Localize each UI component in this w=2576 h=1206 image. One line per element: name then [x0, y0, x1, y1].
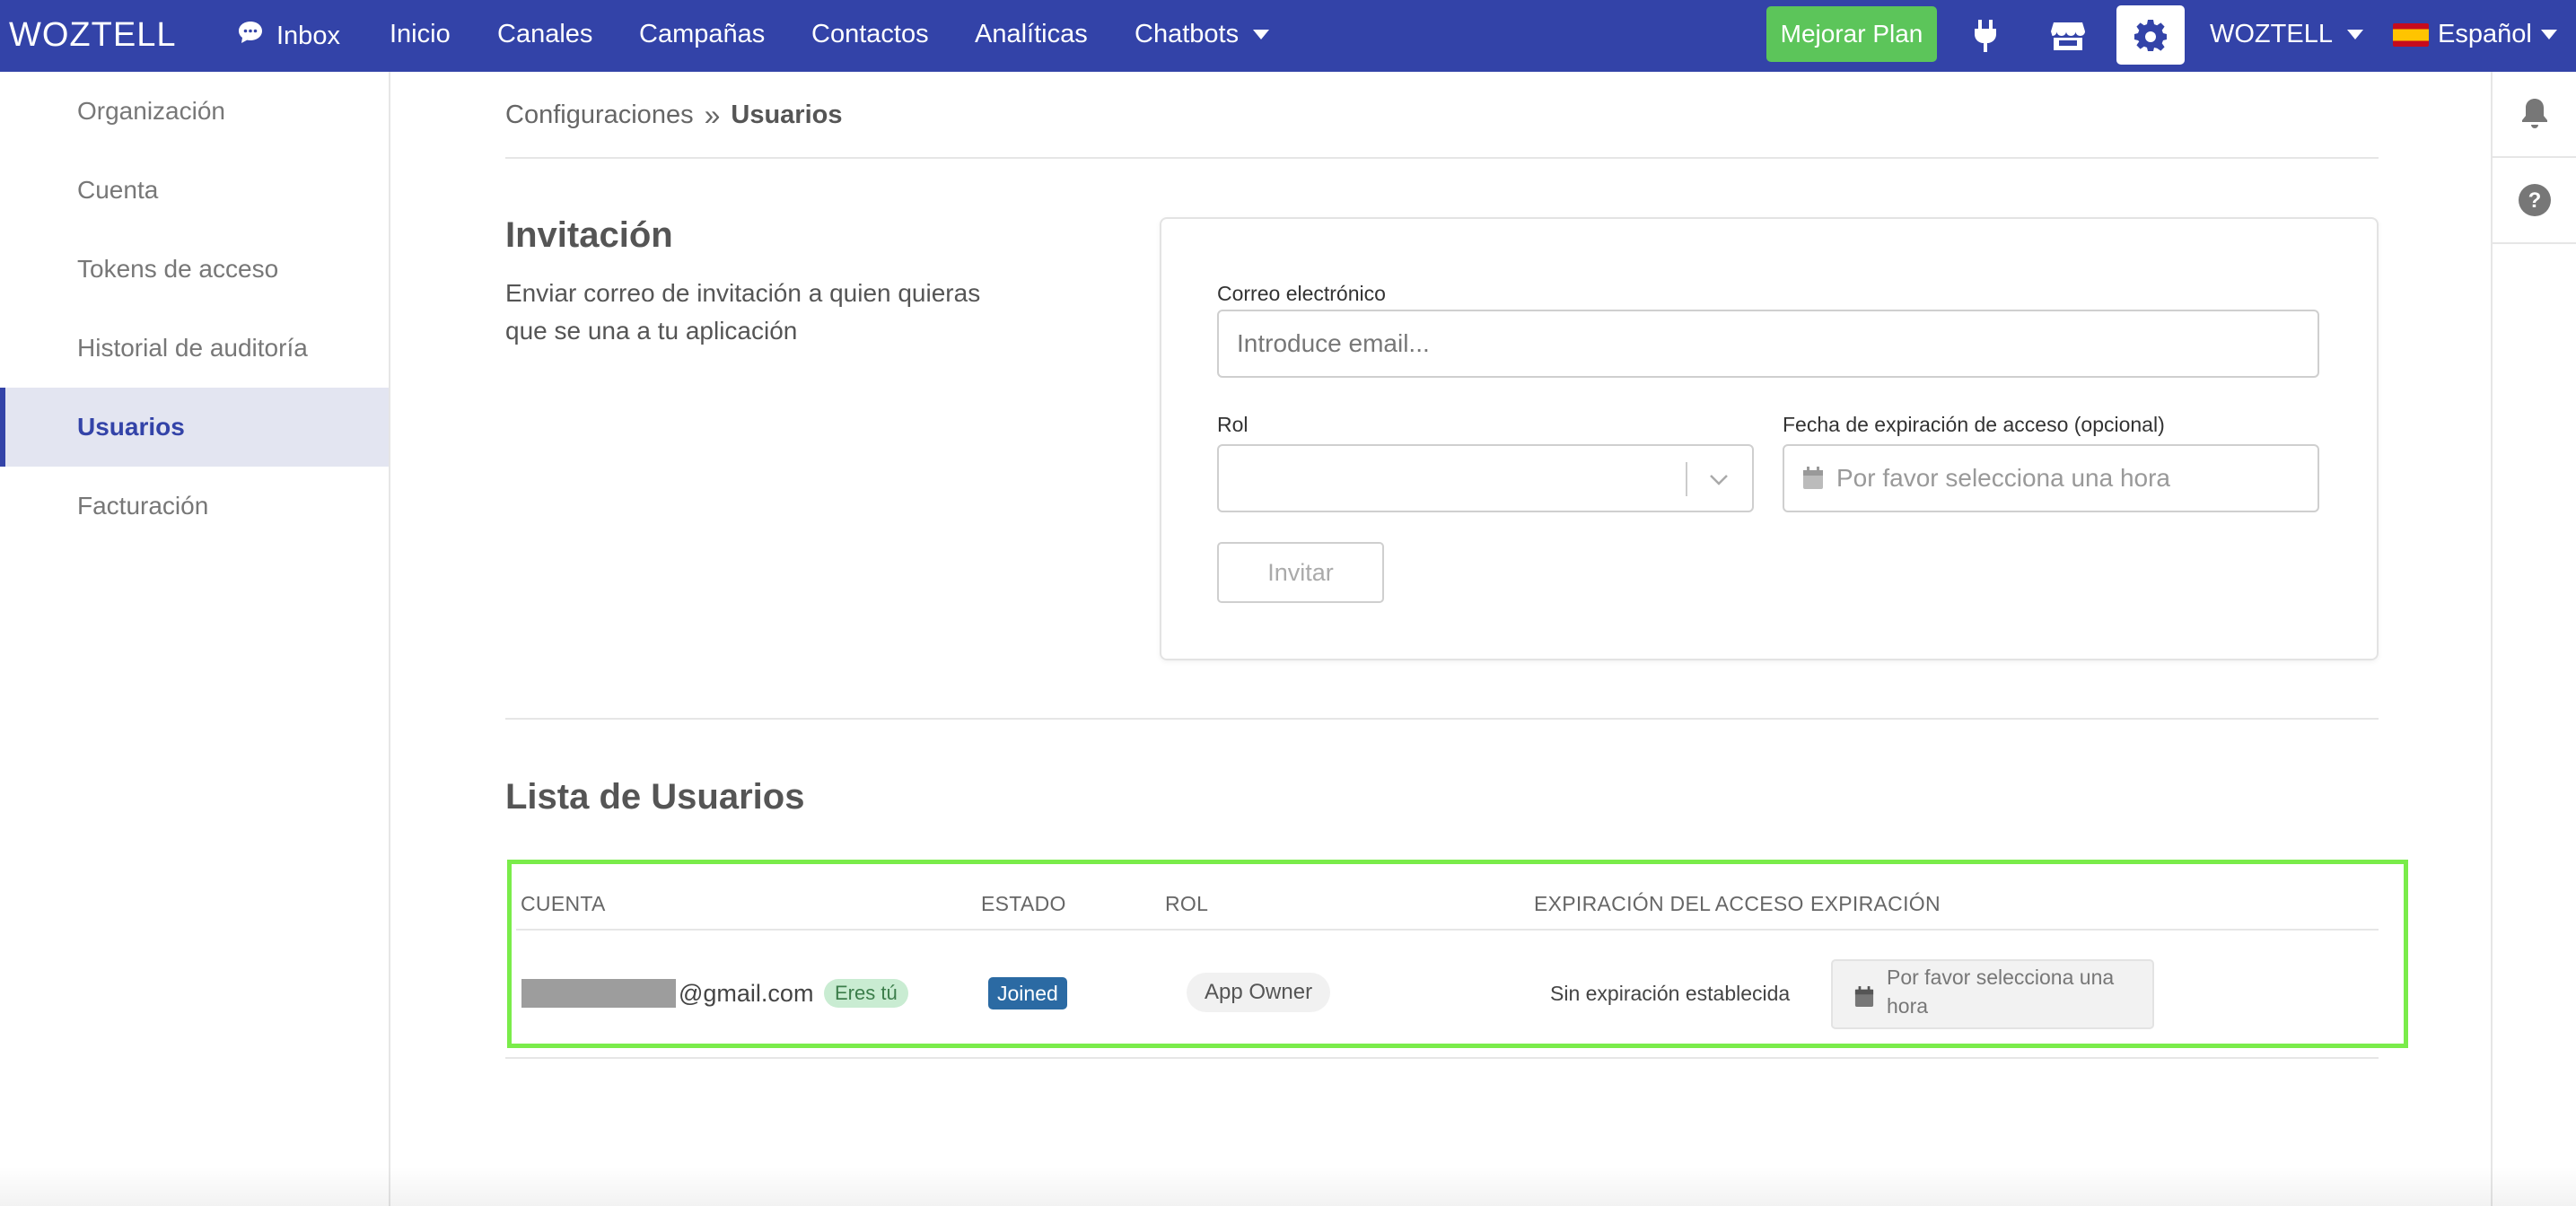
nav-campanas[interactable]: Campañas — [639, 20, 765, 49]
nav-chatbots[interactable]: Chatbots — [1135, 20, 1270, 49]
bottom-shadow — [0, 1167, 2576, 1206]
nav-contactos[interactable]: Contactos — [811, 20, 929, 49]
breadcrumb-parent[interactable]: Configuraciones — [505, 100, 694, 130]
right-rail: ? — [2491, 72, 2576, 1206]
bell-icon — [2521, 99, 2547, 128]
expiry-label: Fecha de expiración de acceso (opcional) — [1783, 413, 2165, 436]
settings-button[interactable] — [2116, 5, 2185, 65]
caret-down-icon — [1253, 30, 1270, 39]
store-icon[interactable] — [2045, 13, 2091, 59]
expiry-date-input[interactable]: Por favor selecciona una hora — [1783, 444, 2319, 512]
email-input[interactable]: Introduce email... — [1217, 310, 2319, 378]
plug-icon[interactable] — [1962, 13, 2009, 59]
column-header-status: ESTADO — [981, 892, 1066, 915]
column-header-role: ROL — [1165, 892, 1209, 915]
select-divider — [1686, 462, 1687, 496]
breadcrumb-current: Usuarios — [731, 100, 843, 129]
user-email-suffix: @gmail.com — [679, 980, 814, 1007]
expiry-placeholder: Por favor selecciona una hora — [1836, 464, 2170, 492]
svg-text:?: ? — [2528, 188, 2541, 213]
nav-inbox[interactable]: Inbox — [237, 20, 340, 52]
top-navbar: WOZTELL Inbox Inicio Canales Campañas Co… — [0, 0, 2576, 72]
column-header-account: CUENTA — [521, 892, 606, 915]
role-label: Rol — [1217, 413, 1249, 436]
sidebar-item-tokens[interactable]: Tokens de acceso — [0, 230, 389, 309]
help-button[interactable]: ? — [2493, 158, 2576, 244]
account-label: WOZTELL — [2210, 20, 2333, 48]
table-header-divider — [516, 929, 2379, 931]
calendar-icon — [1802, 467, 1824, 490]
breadcrumb-separator-icon: » — [704, 99, 721, 131]
table-bottom-divider — [505, 1057, 2379, 1059]
calendar-icon — [1854, 986, 1874, 1012]
status-badge: Joined — [988, 977, 1067, 1009]
role-select[interactable] — [1217, 444, 1754, 512]
spain-flag-icon — [2393, 22, 2429, 47]
sidebar-item-cuenta[interactable]: Cuenta — [0, 151, 389, 230]
access-expiry-value: Sin expiración establecida — [1550, 982, 1791, 1005]
user-list-title: Lista de Usuarios — [505, 777, 805, 817]
question-circle-icon: ? — [2518, 184, 2551, 216]
sidebar-item-facturacion[interactable]: Facturación — [0, 467, 389, 546]
redacted-email-block — [521, 979, 676, 1008]
nav-inbox-label: Inbox — [276, 21, 340, 50]
nav-analiticas[interactable]: Analíticas — [975, 20, 1088, 49]
row-expiry-placeholder-line2: hora — [1887, 994, 1929, 1018]
account-menu[interactable]: WOZTELL — [2210, 20, 2363, 49]
invitation-title: Invitación — [505, 215, 673, 255]
divider — [505, 157, 2379, 159]
column-header-expiry: EXPIRACIÓN — [1810, 892, 1941, 915]
caret-down-icon — [2346, 30, 2363, 39]
nav-canales[interactable]: Canales — [497, 20, 592, 49]
breadcrumb: Configuraciones » Usuarios — [505, 99, 842, 132]
column-header-access-expiry: EXPIRACIÓN DEL ACCESO — [1534, 892, 1804, 915]
email-label: Correo electrónico — [1217, 282, 1386, 305]
sidebar-item-organizacion[interactable]: Organización — [0, 72, 389, 151]
chat-bubble-icon — [237, 20, 264, 52]
sidebar-item-usuarios[interactable]: Usuarios — [0, 388, 389, 467]
chevron-down-icon — [1707, 468, 1730, 497]
you-badge: Eres tú — [824, 979, 908, 1008]
language-label: Español — [2438, 20, 2532, 48]
nav-chatbots-label: Chatbots — [1135, 20, 1240, 48]
upgrade-plan-button[interactable]: Mejorar Plan — [1766, 6, 1937, 62]
settings-sidebar: Organización Cuenta Tokens de acceso His… — [0, 72, 390, 1206]
divider — [505, 718, 2379, 720]
invite-button[interactable]: Invitar — [1217, 542, 1384, 603]
app-logo[interactable]: WOZTELL — [9, 16, 176, 55]
notifications-button[interactable] — [2493, 72, 2576, 158]
role-badge: App Owner — [1187, 973, 1331, 1012]
language-menu[interactable]: Español — [2393, 20, 2557, 49]
gear-icon — [2134, 20, 2167, 51]
sidebar-item-auditoria[interactable]: Historial de auditoría — [0, 309, 389, 388]
nav-inicio[interactable]: Inicio — [390, 20, 451, 49]
caret-down-icon — [2540, 30, 2557, 39]
row-expiry-date-input[interactable]: Por favor selecciona una hora — [1831, 959, 2154, 1029]
invitation-description: Enviar correo de invitación a quien quie… — [505, 279, 981, 345]
